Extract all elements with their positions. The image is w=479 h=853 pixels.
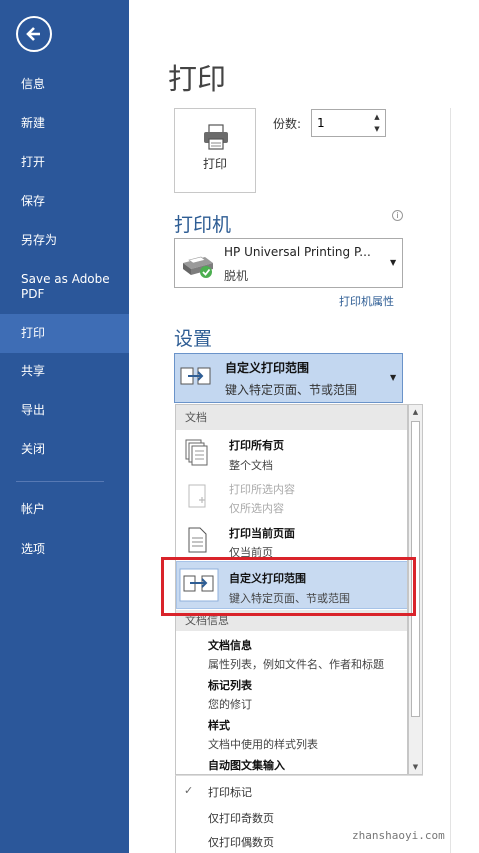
spin-down-icon[interactable]: ▼ — [369, 123, 385, 136]
sidebar-item-save-as-pdf[interactable]: Save as Adobe PDF — [0, 272, 118, 302]
current-page-icon — [188, 527, 207, 553]
printer-device-icon — [183, 256, 213, 278]
copies-stepper[interactable]: 1 ▲ ▼ — [311, 109, 386, 137]
print-range-dropdown[interactable]: 自定义打印范围 键入特定页面、节或范围 ▼ — [174, 353, 403, 403]
all-pages-icon — [185, 439, 208, 466]
chevron-down-icon: ▼ — [390, 373, 397, 382]
scroll-up-icon[interactable]: ▲ — [409, 406, 422, 418]
printer-heading: 打印机 — [174, 214, 232, 236]
option-title: 打印所有页 — [229, 439, 284, 452]
sidebar-item-label: 打印 — [21, 326, 46, 340]
printer-dropdown[interactable]: HP Universal Printing P... 脱机 ▼ — [174, 238, 403, 288]
sidebar-item-account[interactable]: 帐户 — [0, 502, 129, 517]
scroll-down-icon[interactable]: ▼ — [409, 761, 422, 773]
printer-icon — [204, 124, 228, 150]
chevron-down-icon: ▼ — [390, 258, 397, 267]
back-arrow-icon[interactable] — [16, 16, 52, 52]
sidebar-item-save[interactable]: 保存 — [0, 194, 129, 209]
checkmark-icon: ✓ — [184, 784, 194, 797]
annotation-highlight-box — [161, 557, 416, 616]
option-title: 自动图文集输入 — [208, 759, 285, 772]
preview-divider — [450, 108, 451, 853]
option-title: 文档信息 — [208, 639, 252, 652]
print-button-label: 打印 — [202, 157, 227, 171]
range-title: 自定义打印范围 — [225, 361, 310, 375]
range-subtitle: 键入特定页面、节或范围 — [225, 383, 358, 397]
sidebar-item-options[interactable]: 选项 — [0, 542, 129, 557]
watermark: zhanshaoyi.com — [352, 829, 445, 842]
sidebar-item-new[interactable]: 新建 — [0, 116, 129, 131]
print-button[interactable]: 打印 — [174, 108, 256, 193]
sidebar-item-close[interactable]: 关闭 — [0, 442, 129, 457]
sidebar-item-save-as[interactable]: 另存为 — [0, 233, 129, 248]
option-even-pages[interactable]: 仅打印偶数页 — [208, 834, 274, 850]
option-title: 样式 — [208, 719, 230, 732]
copies-value: 1 — [317, 116, 325, 130]
copies-label: 份数: — [273, 117, 302, 131]
printer-name: HP Universal Printing P... — [224, 245, 371, 259]
sidebar-item-share[interactable]: 共享 — [0, 364, 129, 379]
sidebar-divider — [16, 481, 104, 482]
backstage-sidebar: 信息 新建 打开 保存 另存为 Save as Adobe PDF 打印 共享 … — [0, 0, 129, 853]
page-title: 打印 — [168, 62, 227, 96]
option-title: 打印所选内容 — [229, 483, 295, 496]
sidebar-item-print[interactable]: 打印 — [0, 314, 129, 353]
option-subtitle: 您的修订 — [208, 698, 252, 711]
option-subtitle: 文档中使用的样式列表 — [208, 738, 318, 751]
option-subtitle: 属性列表，例如文件名、作者和标题 — [208, 658, 384, 671]
printer-properties-link[interactable]: 打印机属性 — [339, 293, 394, 309]
custom-range-icon — [180, 367, 211, 385]
settings-heading: 设置 — [174, 328, 213, 350]
menu-section-document: 文档 — [176, 405, 407, 430]
sidebar-item-open[interactable]: 打开 — [0, 155, 129, 170]
sidebar-item-info[interactable]: 信息 — [0, 77, 129, 92]
option-odd-pages[interactable]: 仅打印奇数页 — [208, 810, 274, 826]
option-title: 打印当前页面 — [229, 527, 295, 540]
printer-status: 脱机 — [224, 269, 249, 283]
option-title: 标记列表 — [208, 679, 252, 692]
option-subtitle: 整个文档 — [229, 459, 273, 472]
sidebar-item-export[interactable]: 导出 — [0, 403, 129, 418]
info-icon[interactable]: i — [392, 210, 403, 221]
option-subtitle: 仅所选内容 — [229, 502, 284, 515]
option-print-markup[interactable]: 打印标记 — [208, 784, 252, 800]
selection-page-icon — [188, 484, 206, 508]
